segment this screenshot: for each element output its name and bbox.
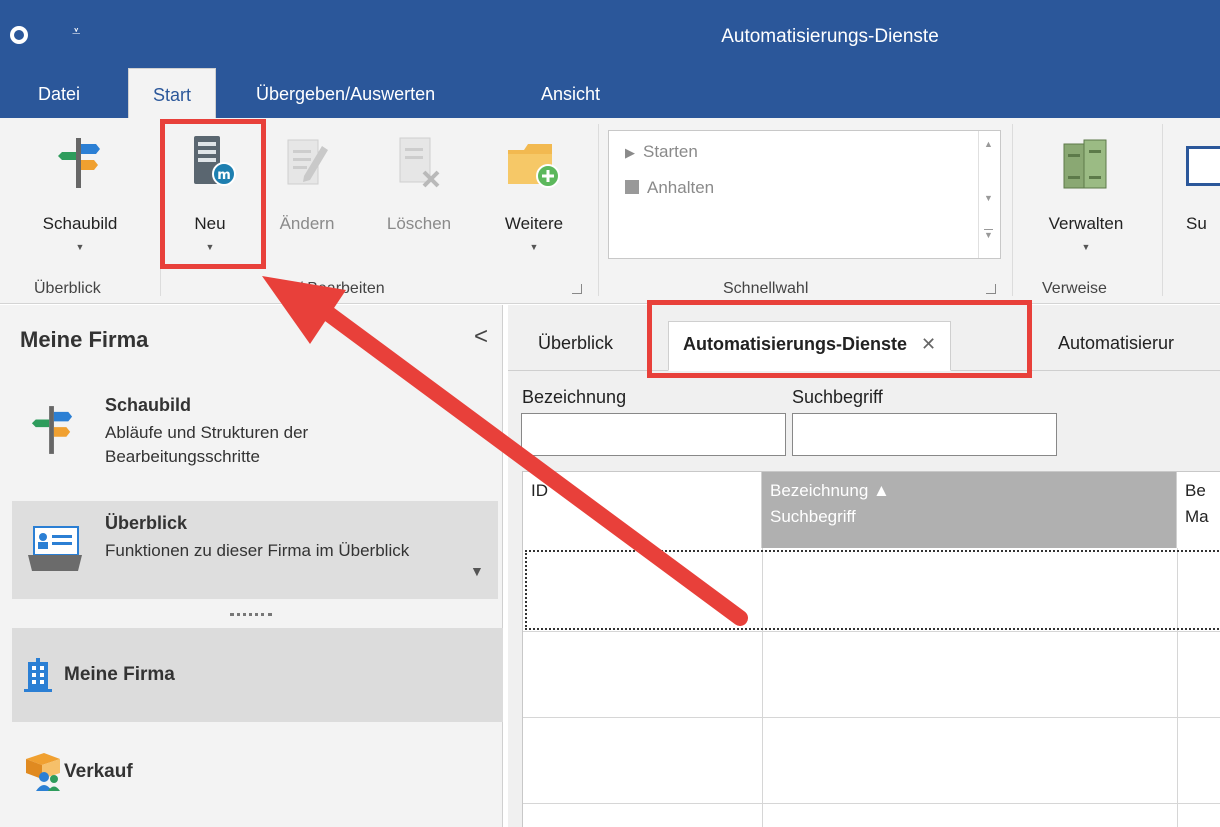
signpost-icon — [31, 406, 73, 454]
delete-document-icon — [399, 137, 440, 188]
schnellwahl-item-starten[interactable]: ▶ Starten — [625, 142, 698, 162]
schaubild-label: Schaubild — [42, 214, 118, 233]
nav-item-verkauf[interactable]: Verkauf — [12, 725, 503, 819]
scroll-down-icon[interactable]: ▼ — [984, 193, 993, 203]
tab-label: Automatisierungs-Dienste — [683, 334, 908, 354]
chevron-down-icon[interactable]: ▼ — [470, 563, 484, 579]
svg-text:m: m — [217, 168, 231, 183]
group-label-ueberblick: Überblick — [34, 280, 101, 297]
main-content: Überblick Automatisierungs-Dienste ✕ Auto… — [508, 305, 1220, 827]
partial-ribbon-button[interactable]: Su — [1184, 118, 1220, 268]
partial-button-label: Su — [1186, 214, 1207, 233]
group-label-bearbeiten: u / Bearbeiten — [285, 280, 385, 297]
sales-icon — [26, 753, 60, 791]
neu-button[interactable]: m Neu ▼ — [170, 118, 250, 268]
card-description: Abläufe und Strukturen der Bearbeitungss… — [105, 423, 309, 466]
navigation-panel: Meine Firma < Schaubild Abläufe und Stru… — [0, 305, 503, 827]
tab-automatisierung-partial[interactable]: Automatisierur — [1044, 321, 1220, 371]
verwalten-label: Verwalten — [1048, 214, 1124, 233]
ribbon: Schaubild ▼ m Neu ▼ Ändern Löschen Weite… — [0, 118, 1220, 304]
play-icon: ▶ — [625, 145, 635, 160]
tab-automatisierungs-dienste[interactable]: Automatisierungs-Dienste ✕ — [668, 321, 952, 371]
table-row[interactable] — [523, 718, 1220, 804]
scroll-up-icon[interactable]: ▲ — [984, 139, 993, 149]
chevron-down-icon: ▼ — [529, 242, 539, 252]
aendern-label: Ändern — [279, 214, 335, 233]
signpost-icon — [58, 138, 100, 188]
schnellwahl-item-anhalten[interactable]: Anhalten — [625, 178, 714, 198]
nav-item-meine-firma[interactable]: Meine Firma — [12, 628, 503, 722]
nav-card-ueberblick[interactable]: Überblick Funktionen zu dieser Firma im … — [12, 501, 498, 599]
server-new-icon: m — [194, 136, 236, 186]
card-description: Funktionen zu dieser Firma im Überblick — [105, 541, 410, 560]
table-row[interactable] — [523, 632, 1220, 718]
tab-start[interactable]: Start — [128, 68, 217, 120]
scroll-more-icon[interactable]: ▼ — [984, 229, 993, 240]
chevron-down-icon: ▼ — [1081, 242, 1091, 252]
group-label-schnellwahl: Schnellwahl — [723, 280, 809, 297]
nav-label: Verkauf — [64, 761, 133, 782]
card-title: Schaubild — [105, 395, 192, 415]
panel-title: Meine Firma — [20, 327, 149, 352]
card-title: Überblick — [105, 513, 188, 533]
bezeichnung-input[interactable] — [521, 413, 786, 456]
stop-icon — [625, 180, 639, 194]
column-header-bezeichnung[interactable]: Bezeichnung ▲ Suchbegriff — [762, 472, 1177, 548]
building-icon — [24, 658, 52, 692]
column-subtitle: Ma — [1185, 507, 1209, 526]
column-title: Be — [1185, 481, 1206, 500]
group-separator — [160, 124, 161, 296]
books-icon — [1063, 139, 1107, 189]
filter-label-bezeichnung: Bezeichnung — [522, 387, 627, 407]
schnellwahl-scrollbar[interactable]: ▲ ▼ ▼ — [978, 131, 1000, 258]
ribbon-tab-bar: Datei Start Übergeben/Auswerten Ansicht — [0, 68, 1220, 120]
group-separator — [1012, 124, 1013, 296]
anhalten-label: Anhalten — [647, 178, 715, 197]
chevron-down-icon: ▼ — [75, 242, 85, 252]
loeschen-button[interactable]: Löschen — [370, 118, 468, 268]
nav-card-schaubild[interactable]: Schaubild Abläufe und Strukturen der Bea… — [12, 383, 498, 481]
document-tab-strip: Überblick Automatisierungs-Dienste ✕ Auto… — [508, 305, 1220, 371]
tab-ansicht[interactable]: Ansicht — [541, 84, 600, 105]
close-icon[interactable]: ✕ — [921, 334, 936, 354]
tab-datei[interactable]: Datei — [38, 84, 80, 105]
schnellwahl-list[interactable]: ▶ Starten Anhalten ▲ ▼ ▼ — [608, 130, 1001, 259]
data-grid: ID Bezeichnung ▲ Suchbegriff Be Ma — [522, 471, 1220, 827]
window-title: Automatisierungs-Dienste — [721, 26, 939, 47]
dialog-launcher-icon[interactable] — [572, 284, 582, 294]
starten-label: Starten — [643, 142, 698, 161]
collapse-panel-icon[interactable]: < — [474, 323, 488, 351]
column-subtitle: Suchbegriff — [770, 507, 856, 526]
dialog-launcher-icon[interactable] — [986, 284, 996, 294]
loeschen-label: Löschen — [386, 214, 452, 233]
group-separator — [598, 124, 599, 296]
column-title: Bezeichnung ▲ — [770, 481, 890, 500]
tab-ueberblick[interactable]: Überblick — [524, 321, 627, 371]
weitere-label: Weitere — [504, 214, 564, 233]
folder-add-icon — [508, 144, 560, 188]
tab-uebergeben-auswerten[interactable]: Übergeben/Auswerten — [256, 84, 435, 105]
document-icon — [1186, 146, 1220, 186]
focused-row-indicator — [525, 550, 1220, 630]
aendern-button[interactable]: Ändern — [262, 118, 352, 268]
verwalten-button[interactable]: Verwalten ▼ — [1028, 118, 1144, 268]
card-file-icon — [28, 526, 82, 571]
panel-splitter[interactable] — [230, 613, 272, 616]
column-header-id[interactable]: ID — [523, 472, 762, 548]
filter-label-suchbegriff: Suchbegriff — [792, 387, 883, 407]
neu-label: Neu — [194, 214, 226, 233]
column-header-partial[interactable]: Be Ma — [1177, 472, 1220, 548]
nav-label: Meine Firma — [64, 664, 175, 685]
weitere-button[interactable]: Weitere ▼ — [492, 118, 576, 268]
chevron-down-icon: ▼ — [205, 242, 215, 252]
group-separator — [1162, 124, 1163, 296]
edit-document-icon — [287, 139, 328, 185]
title-bar: ⩡ Automatisierungs-Dienste — [0, 0, 1220, 68]
schaubild-button[interactable]: Schaubild ▼ — [22, 118, 138, 268]
suchbegriff-input[interactable] — [792, 413, 1057, 456]
group-label-verweise: Verweise — [1042, 280, 1107, 297]
